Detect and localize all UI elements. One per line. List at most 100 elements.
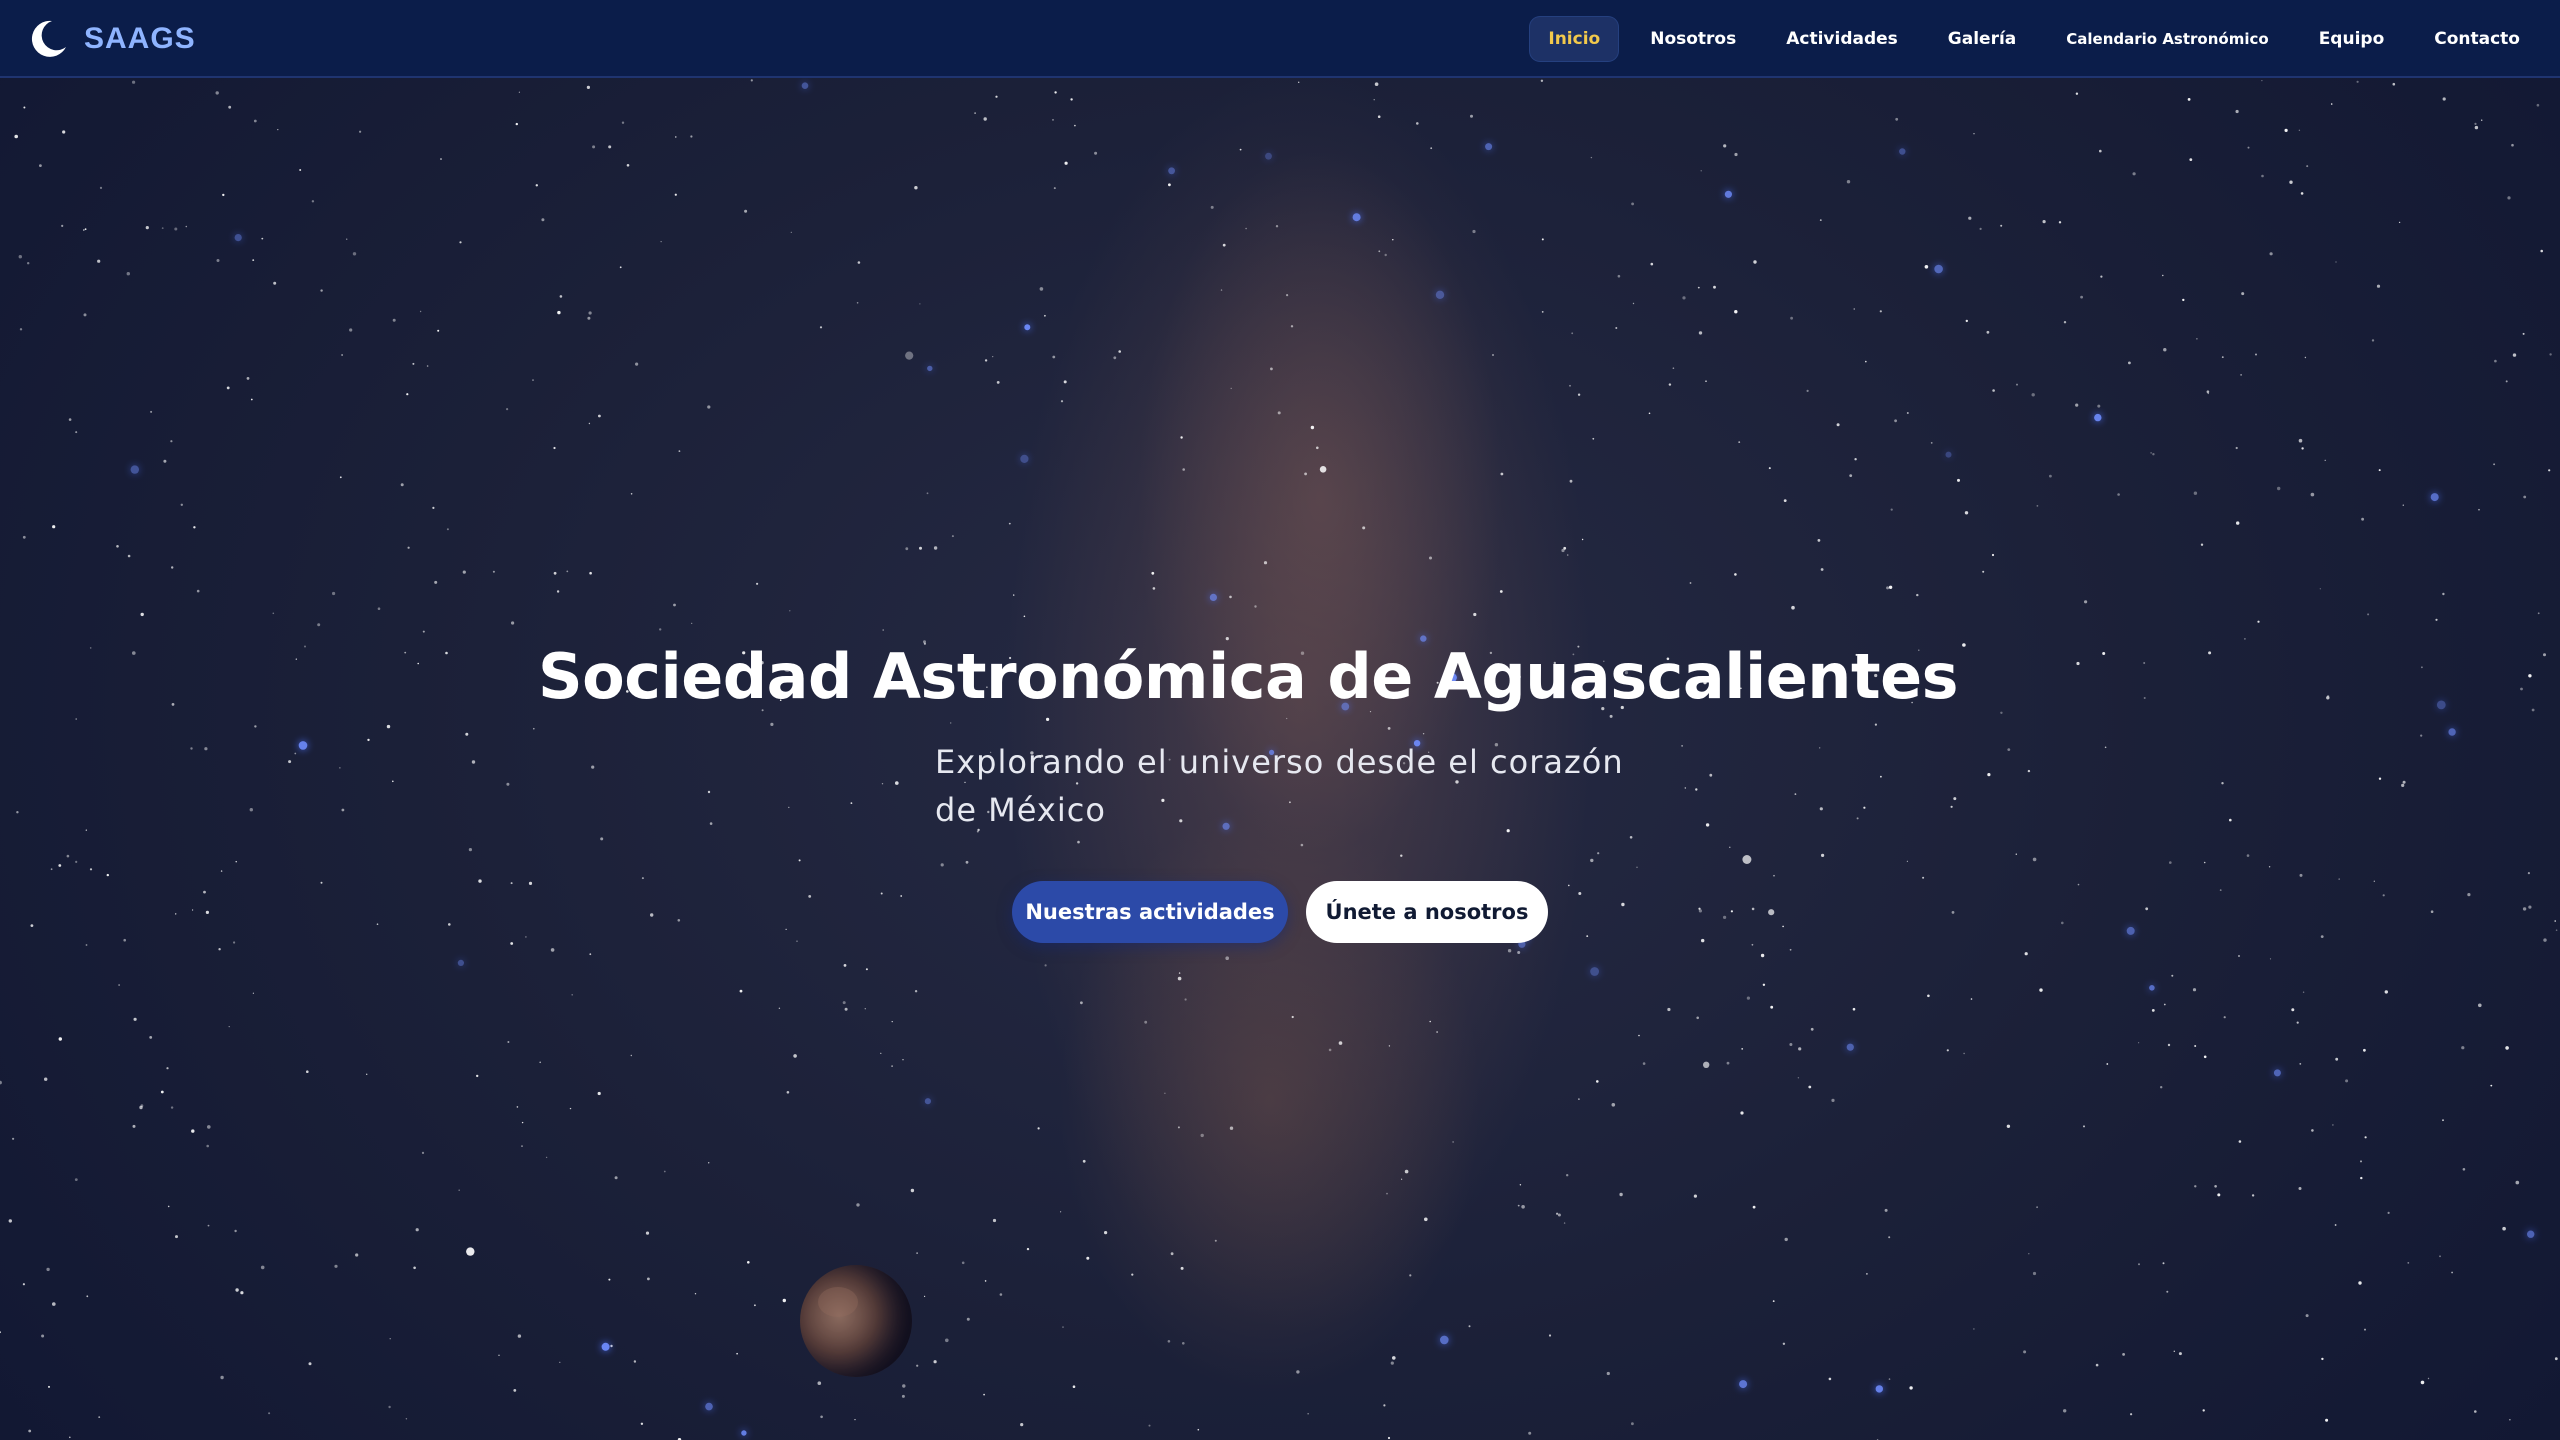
star [1020, 1423, 1024, 1427]
star [786, 1091, 790, 1094]
star [1713, 285, 1716, 289]
star-field [0, 79, 2558, 1440]
star [778, 1007, 781, 1009]
star [1770, 1005, 1774, 1009]
join-us-button[interactable]: Únete a nosotros [1306, 881, 1548, 943]
star [392, 780, 394, 783]
star [1790, 316, 1793, 320]
star [2382, 894, 2385, 897]
star [708, 1162, 710, 1164]
star [126, 272, 130, 276]
star [2277, 486, 2281, 491]
star [1170, 1252, 1174, 1256]
star [1387, 1436, 1391, 1440]
star [2332, 1124, 2334, 1126]
site-logo[interactable]: SAAGS [26, 14, 196, 64]
star [1836, 423, 1840, 427]
star [1046, 717, 1050, 722]
star [346, 238, 348, 240]
star [2512, 353, 2517, 357]
star [1968, 216, 1972, 220]
star [1592, 437, 1595, 440]
star [1698, 909, 1702, 913]
star [261, 237, 264, 240]
star [2306, 165, 2309, 168]
star [458, 1189, 461, 1191]
star [1698, 331, 1703, 335]
star [2269, 252, 2273, 256]
star [1168, 183, 1171, 187]
star [2027, 769, 2031, 773]
star [1080, 1001, 1083, 1005]
star [2338, 878, 2340, 880]
nav-item-galeria[interactable]: Galería [1930, 17, 2034, 61]
star [1239, 148, 1242, 151]
star [660, 241, 662, 243]
activities-button[interactable]: Nuestras actividades [1012, 881, 1288, 943]
star [2420, 734, 2423, 737]
star [2032, 857, 2037, 862]
nav-item-nosotros[interactable]: Nosotros [1632, 17, 1754, 61]
star [1951, 911, 1955, 914]
star [1609, 714, 1613, 718]
star [2189, 158, 2193, 162]
star [2203, 861, 2206, 864]
star [1023, 615, 1026, 618]
star [690, 135, 693, 138]
star [457, 959, 464, 967]
nav-item-inicio[interactable]: Inicio [1530, 17, 1619, 61]
star [782, 1298, 786, 1303]
star [1638, 1034, 1640, 1037]
star [539, 1061, 541, 1064]
star [2478, 1003, 2482, 1008]
star [739, 989, 743, 993]
star [1697, 286, 1700, 289]
star [2247, 146, 2250, 149]
nav-item-calendario-astronomico[interactable]: Calendario Astronómico [2048, 18, 2286, 60]
star [880, 1052, 882, 1054]
star [349, 328, 353, 332]
star [1275, 225, 1279, 228]
nav-item-contacto[interactable]: Contacto [2416, 17, 2538, 61]
star [2442, 97, 2446, 101]
star [2435, 618, 2438, 621]
star [1606, 1371, 1610, 1376]
star [1571, 332, 1574, 335]
nav-item-actividades[interactable]: Actividades [1768, 17, 1916, 61]
star [2304, 356, 2307, 359]
star [2407, 1262, 2410, 1264]
star [1762, 983, 1766, 986]
star [1768, 909, 1775, 916]
star [1772, 1300, 1775, 1302]
nav-item-equipo[interactable]: Equipo [2301, 17, 2403, 61]
star [1965, 319, 1969, 323]
star [58, 864, 62, 867]
star [1789, 948, 1792, 951]
star [1945, 451, 1952, 458]
star [1794, 793, 1797, 795]
star [1178, 972, 1181, 974]
star [597, 1091, 601, 1096]
star [332, 591, 336, 596]
star [588, 311, 592, 315]
star [1291, 1015, 1294, 1019]
star [2251, 1194, 2255, 1197]
star [2321, 1357, 2324, 1361]
star [1245, 227, 1247, 230]
star [89, 868, 93, 871]
star [2028, 1253, 2030, 1255]
star [1590, 858, 1594, 863]
star [2058, 221, 2062, 224]
star [2202, 1409, 2205, 1412]
star [1072, 1385, 1076, 1388]
star [1052, 355, 1056, 359]
star [1362, 526, 1366, 530]
star [1180, 436, 1183, 439]
star [2099, 149, 2102, 153]
star [2049, 474, 2052, 478]
star [2246, 854, 2250, 857]
star [1590, 967, 1599, 976]
star [206, 1144, 209, 1148]
star [320, 289, 323, 292]
star [2255, 353, 2257, 356]
